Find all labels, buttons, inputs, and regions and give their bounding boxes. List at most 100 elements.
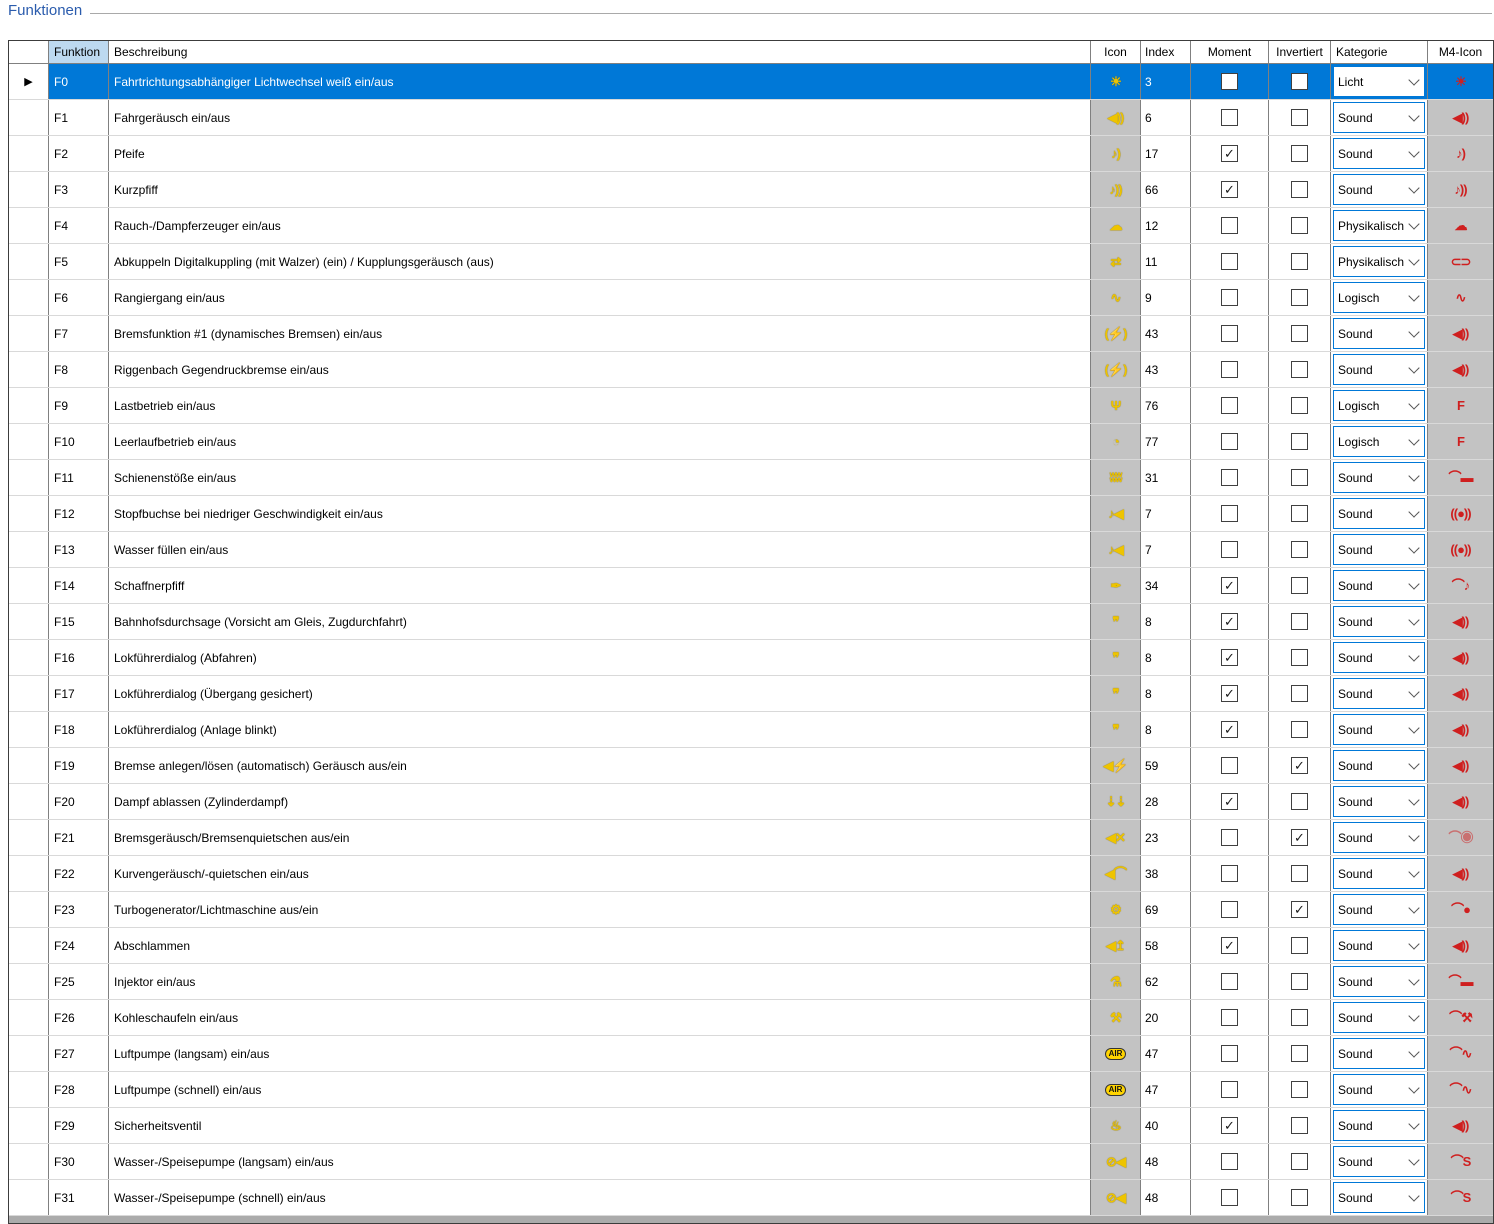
beschreibung-cell[interactable]: Abschlammen: [109, 928, 1091, 963]
beschreibung-cell[interactable]: Kurzpfiff: [109, 172, 1091, 207]
icon-cell[interactable]: ◀↥: [1091, 928, 1141, 963]
column-header-beschreibung[interactable]: Beschreibung: [109, 41, 1091, 63]
moment-checkbox[interactable]: ✓: [1221, 1117, 1238, 1134]
row-selector-cell[interactable]: [9, 208, 49, 243]
moment-checkbox[interactable]: [1221, 1153, 1238, 1170]
index-cell[interactable]: 47: [1141, 1072, 1191, 1107]
moment-checkbox[interactable]: [1221, 865, 1238, 882]
funktion-cell[interactable]: F12: [49, 496, 109, 531]
icon-cell[interactable]: ☁: [1091, 208, 1141, 243]
beschreibung-cell[interactable]: Bremsfunktion #1 (dynamisches Bremsen) e…: [109, 316, 1091, 351]
icon-cell[interactable]: ◔: [1091, 424, 1141, 459]
beschreibung-cell[interactable]: Dampf ablassen (Zylinderdampf): [109, 784, 1091, 819]
row-selector-cell[interactable]: [9, 460, 49, 495]
kategorie-dropdown[interactable]: Licht: [1333, 66, 1425, 97]
moment-checkbox[interactable]: [1221, 73, 1238, 90]
icon-cell[interactable]: ʬʬ: [1091, 460, 1141, 495]
index-cell[interactable]: 23: [1141, 820, 1191, 855]
row-selector-column-header[interactable]: [9, 41, 49, 63]
moment-checkbox[interactable]: ✓: [1221, 181, 1238, 198]
column-header-funktion[interactable]: Funktion: [49, 41, 109, 63]
beschreibung-cell[interactable]: Rauch-/Dampferzeuger ein/aus: [109, 208, 1091, 243]
index-cell[interactable]: 69: [1141, 892, 1191, 927]
m4-icon-cell[interactable]: ♪)): [1428, 172, 1493, 207]
invertiert-checkbox[interactable]: [1291, 613, 1308, 630]
funktion-cell[interactable]: F17: [49, 676, 109, 711]
icon-cell[interactable]: ☀: [1091, 64, 1141, 99]
invertiert-checkbox[interactable]: ✓: [1291, 757, 1308, 774]
invertiert-checkbox[interactable]: [1291, 469, 1308, 486]
moment-checkbox[interactable]: [1221, 289, 1238, 306]
beschreibung-cell[interactable]: Luftpumpe (langsam) ein/aus: [109, 1036, 1091, 1071]
index-cell[interactable]: 34: [1141, 568, 1191, 603]
m4-icon-cell[interactable]: ⌒∿: [1428, 1036, 1493, 1071]
m4-icon-cell[interactable]: ◀)): [1428, 856, 1493, 891]
m4-icon-cell[interactable]: ◀)): [1428, 1108, 1493, 1143]
index-cell[interactable]: 58: [1141, 928, 1191, 963]
funktion-cell[interactable]: F19: [49, 748, 109, 783]
icon-cell[interactable]: (⚡): [1091, 352, 1141, 387]
m4-icon-cell[interactable]: ◀)): [1428, 316, 1493, 351]
moment-checkbox[interactable]: [1221, 217, 1238, 234]
invertiert-checkbox[interactable]: [1291, 109, 1308, 126]
moment-checkbox[interactable]: [1221, 109, 1238, 126]
invertiert-checkbox[interactable]: [1291, 181, 1308, 198]
beschreibung-cell[interactable]: Riggenbach Gegendruckbremse ein/aus: [109, 352, 1091, 387]
beschreibung-cell[interactable]: Turbogenerator/Lichtmaschine aus/ein: [109, 892, 1091, 927]
icon-cell[interactable]: ⚙: [1091, 892, 1141, 927]
row-selector-cell[interactable]: [9, 424, 49, 459]
kategorie-dropdown[interactable]: Sound: [1333, 786, 1425, 817]
funktion-cell[interactable]: F15: [49, 604, 109, 639]
m4-icon-cell[interactable]: ⌒⚒: [1428, 1000, 1493, 1035]
funktion-cell[interactable]: F23: [49, 892, 109, 927]
row-selector-cell[interactable]: [9, 244, 49, 279]
beschreibung-cell[interactable]: Pfeife: [109, 136, 1091, 171]
m4-icon-cell[interactable]: ⌒●: [1428, 892, 1493, 927]
kategorie-dropdown[interactable]: Sound: [1333, 318, 1425, 349]
m4-icon-cell[interactable]: ⊂⊃: [1428, 244, 1493, 279]
row-selector-cell[interactable]: [9, 712, 49, 747]
index-cell[interactable]: 76: [1141, 388, 1191, 423]
moment-checkbox[interactable]: [1221, 1045, 1238, 1062]
moment-checkbox[interactable]: [1221, 397, 1238, 414]
moment-checkbox[interactable]: ✓: [1221, 685, 1238, 702]
funktion-cell[interactable]: F9: [49, 388, 109, 423]
index-cell[interactable]: 8: [1141, 712, 1191, 747]
funktion-cell[interactable]: F18: [49, 712, 109, 747]
beschreibung-cell[interactable]: Schaffnerpfiff: [109, 568, 1091, 603]
invertiert-checkbox[interactable]: [1291, 1117, 1308, 1134]
m4-icon-cell[interactable]: ◀)): [1428, 100, 1493, 135]
m4-icon-cell[interactable]: ◀)): [1428, 676, 1493, 711]
row-selector-cell[interactable]: [9, 496, 49, 531]
kategorie-dropdown[interactable]: Physikalisch: [1333, 210, 1425, 241]
row-selector-cell[interactable]: [9, 280, 49, 315]
column-header-kategorie[interactable]: Kategorie: [1331, 41, 1428, 63]
index-cell[interactable]: 66: [1141, 172, 1191, 207]
kategorie-dropdown[interactable]: Sound: [1333, 642, 1425, 673]
row-selector-cell[interactable]: [9, 388, 49, 423]
icon-cell[interactable]: ♨: [1091, 1108, 1141, 1143]
beschreibung-cell[interactable]: Bahnhofsdurchsage (Vorsicht am Gleis, Zu…: [109, 604, 1091, 639]
icon-cell[interactable]: (⚡): [1091, 316, 1141, 351]
index-cell[interactable]: 8: [1141, 604, 1191, 639]
invertiert-checkbox[interactable]: [1291, 793, 1308, 810]
index-cell[interactable]: 48: [1141, 1180, 1191, 1215]
invertiert-checkbox[interactable]: [1291, 1009, 1308, 1026]
beschreibung-cell[interactable]: Lokführerdialog (Abfahren): [109, 640, 1091, 675]
row-selector-cell[interactable]: [9, 316, 49, 351]
kategorie-dropdown[interactable]: Sound: [1333, 102, 1425, 133]
beschreibung-cell[interactable]: Wasser-/Speisepumpe (langsam) ein/aus: [109, 1144, 1091, 1179]
invertiert-checkbox[interactable]: [1291, 289, 1308, 306]
row-selector-cell[interactable]: [9, 136, 49, 171]
icon-cell[interactable]: ❞: [1091, 676, 1141, 711]
invertiert-checkbox[interactable]: [1291, 325, 1308, 342]
m4-icon-cell[interactable]: ⌒S: [1428, 1180, 1493, 1215]
column-header-invertiert[interactable]: Invertiert: [1269, 41, 1331, 63]
icon-cell[interactable]: ❞: [1091, 604, 1141, 639]
invertiert-checkbox[interactable]: [1291, 361, 1308, 378]
funktion-cell[interactable]: F5: [49, 244, 109, 279]
beschreibung-cell[interactable]: Lokführerdialog (Übergang gesichert): [109, 676, 1091, 711]
funktion-cell[interactable]: F6: [49, 280, 109, 315]
m4-icon-cell[interactable]: ◀)): [1428, 784, 1493, 819]
index-cell[interactable]: 28: [1141, 784, 1191, 819]
